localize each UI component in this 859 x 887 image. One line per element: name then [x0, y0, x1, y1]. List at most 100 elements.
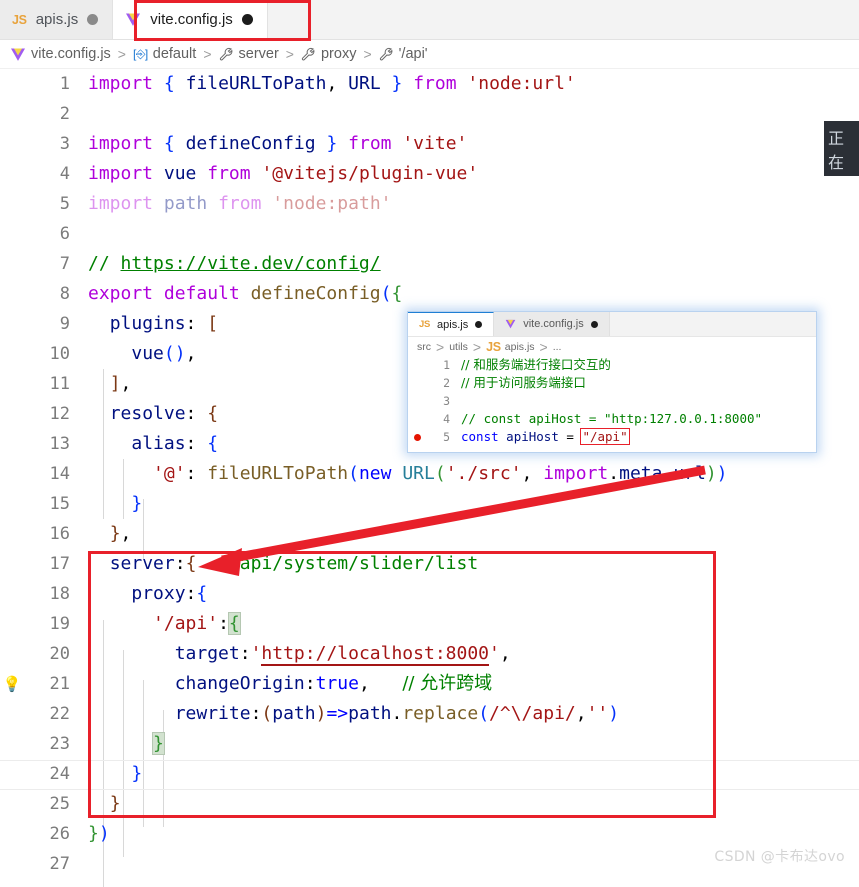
code-line[interactable]: 22 rewrite:(path)=>path.replace(/^\/api/…	[0, 699, 859, 729]
popup-tab-label: vite.config.js	[523, 318, 584, 330]
target-url-link[interactable]: http://localhost:8000	[261, 643, 489, 666]
code-line[interactable]: 14 '@': fileURLToPath(new URL('./src', i…	[0, 459, 859, 489]
lightbulb-quickfix-icon[interactable]: 💡	[3, 676, 22, 692]
code-line[interactable]: 25 }	[0, 789, 859, 819]
breadcrumb-label: proxy	[320, 46, 357, 62]
editor-tab-bar: JS apis.js vite.config.js	[0, 0, 859, 41]
breadcrumb-separator: >	[472, 338, 482, 355]
breadcrumb-separator: >	[117, 46, 126, 62]
line-number: 4	[59, 164, 70, 184]
popup-code-line[interactable]: 5 const apiHost = "/api"	[408, 428, 816, 446]
js-file-icon: JS	[419, 319, 431, 330]
line-number: 25	[49, 794, 70, 814]
code-line[interactable]: 23 }	[0, 729, 859, 759]
vite-file-icon	[125, 11, 141, 28]
line-content-unused-import: import path from 'node:path'	[88, 193, 392, 214]
inset-editor-popup[interactable]: JS apis.js vite.config.js src > utils > …	[407, 311, 817, 453]
breadcrumb-item-proxy[interactable]: proxy	[301, 46, 356, 62]
line-number: 20	[49, 644, 70, 664]
popup-code-line[interactable]: 1 // 和服务端进行接口交互的	[408, 356, 816, 374]
gutter-marks[interactable]	[408, 433, 426, 441]
popup-tab-bar: JS apis.js vite.config.js	[408, 312, 816, 337]
vite-file-icon	[10, 46, 26, 63]
popup-code-line[interactable]: 4 // const apiHost = "http:127.0.0.1:800…	[408, 410, 816, 428]
popup-breadcrumb-label[interactable]: apis.js	[505, 341, 535, 353]
code-line[interactable]: 6	[0, 219, 859, 249]
tab-vite-config-js[interactable]: vite.config.js	[113, 0, 268, 39]
code-editor[interactable]: 1 import { fileURLToPath, URL } from 'no…	[0, 69, 859, 887]
popup-breadcrumb-label[interactable]: utils	[449, 341, 468, 353]
inline-comment: //api/system/slider/list	[218, 553, 479, 574]
line-number: 5	[443, 430, 450, 444]
code-line[interactable]: 💡 21 changeOrigin:true, // 允许跨域	[0, 669, 859, 699]
code-line[interactable]: 4 import vue from '@vitejs/plugin-vue'	[0, 159, 859, 189]
code-line[interactable]: 8 export default defineConfig({	[0, 279, 859, 309]
popup-breadcrumb-label[interactable]: ...	[553, 341, 562, 353]
vite-file-icon	[505, 318, 516, 330]
wrench-icon	[379, 47, 394, 62]
gutter-marks[interactable]: 💡	[0, 676, 24, 692]
code-line[interactable]: 20 target:'http://localhost:8000',	[0, 639, 859, 669]
code-line[interactable]: 26 })	[0, 819, 859, 849]
line-number: 1	[443, 358, 450, 372]
line-content: target:'http://localhost:8000',	[174, 643, 511, 666]
edge-notification-tooltip[interactable]: 正在	[824, 121, 859, 176]
code-line[interactable]: 17 server:{ //api/system/slider/list	[0, 549, 859, 579]
line-number: 9	[59, 314, 70, 334]
line-content: '@': fileURLToPath(new URL('./src', impo…	[153, 463, 728, 484]
code-line[interactable]: 7 // https://vite.dev/config/	[0, 249, 859, 279]
breadcrumb-separator: >	[363, 46, 372, 62]
code-line[interactable]: 15 }	[0, 489, 859, 519]
line-number: 13	[49, 434, 70, 454]
code-line[interactable]: 3 import { defineConfig } from 'vite'	[0, 129, 859, 159]
breadcrumb-item-api[interactable]: '/api'	[379, 46, 428, 62]
line-content: alias: {	[131, 433, 219, 454]
line-content: })	[88, 823, 110, 844]
code-line[interactable]: 2	[0, 99, 859, 129]
line-number: 21	[49, 674, 70, 694]
symbol-object-icon: [⎆]	[132, 46, 148, 61]
popup-tab-label: apis.js	[437, 318, 469, 331]
code-line[interactable]: 16 },	[0, 519, 859, 549]
code-line[interactable]: 1 import { fileURLToPath, URL } from 'no…	[0, 69, 859, 99]
popup-code[interactable]: 1 // 和服务端进行接口交互的 2 // 用于访问服务端接口 3 4 // c…	[408, 356, 816, 446]
code-line[interactable]: 5 import path from 'node:path'	[0, 189, 859, 219]
tab-label: vite.config.js	[150, 11, 233, 28]
line-number: 14	[49, 464, 70, 484]
breadcrumb-separator: >	[203, 46, 212, 62]
line-content: }	[109, 793, 121, 814]
tab-apis-js[interactable]: JS apis.js	[0, 0, 114, 39]
line-content: '/api':{	[153, 612, 241, 635]
line-number: 4	[443, 412, 450, 426]
breadcrumb-item-default[interactable]: [⎆] default	[133, 46, 196, 62]
line-number: 12	[49, 404, 70, 424]
line-content: rewrite:(path)=>path.replace(/^\/api/,''…	[174, 703, 620, 724]
line-number: 27	[49, 854, 70, 874]
line-number: 26	[49, 824, 70, 844]
code-line[interactable]: 19 '/api':{	[0, 609, 859, 639]
api-host-value-annotation: "/api"	[580, 428, 630, 445]
popup-tab-apis-js[interactable]: JS apis.js	[408, 312, 495, 336]
line-number: 5	[59, 194, 70, 214]
popup-tab-vite-config-js[interactable]: vite.config.js	[494, 312, 610, 336]
breadcrumb: vite.config.js > [⎆] default > server > …	[0, 40, 859, 69]
popup-code-line[interactable]: 3	[408, 392, 816, 410]
breadcrumb-label: '/api'	[398, 46, 428, 62]
line-number: 23	[49, 734, 70, 754]
code-line[interactable]: 18 proxy:{	[0, 579, 859, 609]
line-content: plugins: [	[109, 313, 219, 334]
line-content: server:{ //api/system/slider/list	[109, 553, 479, 574]
code-line[interactable]: 24 }	[0, 759, 859, 789]
tab-label: apis.js	[35, 11, 79, 28]
breadcrumb-item-server[interactable]: server	[219, 46, 279, 62]
breadcrumb-item-file[interactable]: vite.config.js	[10, 46, 111, 63]
line-number: 17	[49, 554, 70, 574]
line-content: // https://vite.dev/config/	[88, 253, 381, 274]
comment-link[interactable]: https://vite.dev/config/	[121, 253, 381, 274]
breakpoint-icon[interactable]	[413, 433, 421, 441]
line-number: 10	[49, 344, 70, 364]
line-number: 1	[59, 74, 70, 94]
line-number: 22	[49, 704, 70, 724]
popup-code-line[interactable]: 2 // 用于访问服务端接口	[408, 374, 816, 392]
popup-breadcrumb-label[interactable]: src	[417, 341, 431, 353]
